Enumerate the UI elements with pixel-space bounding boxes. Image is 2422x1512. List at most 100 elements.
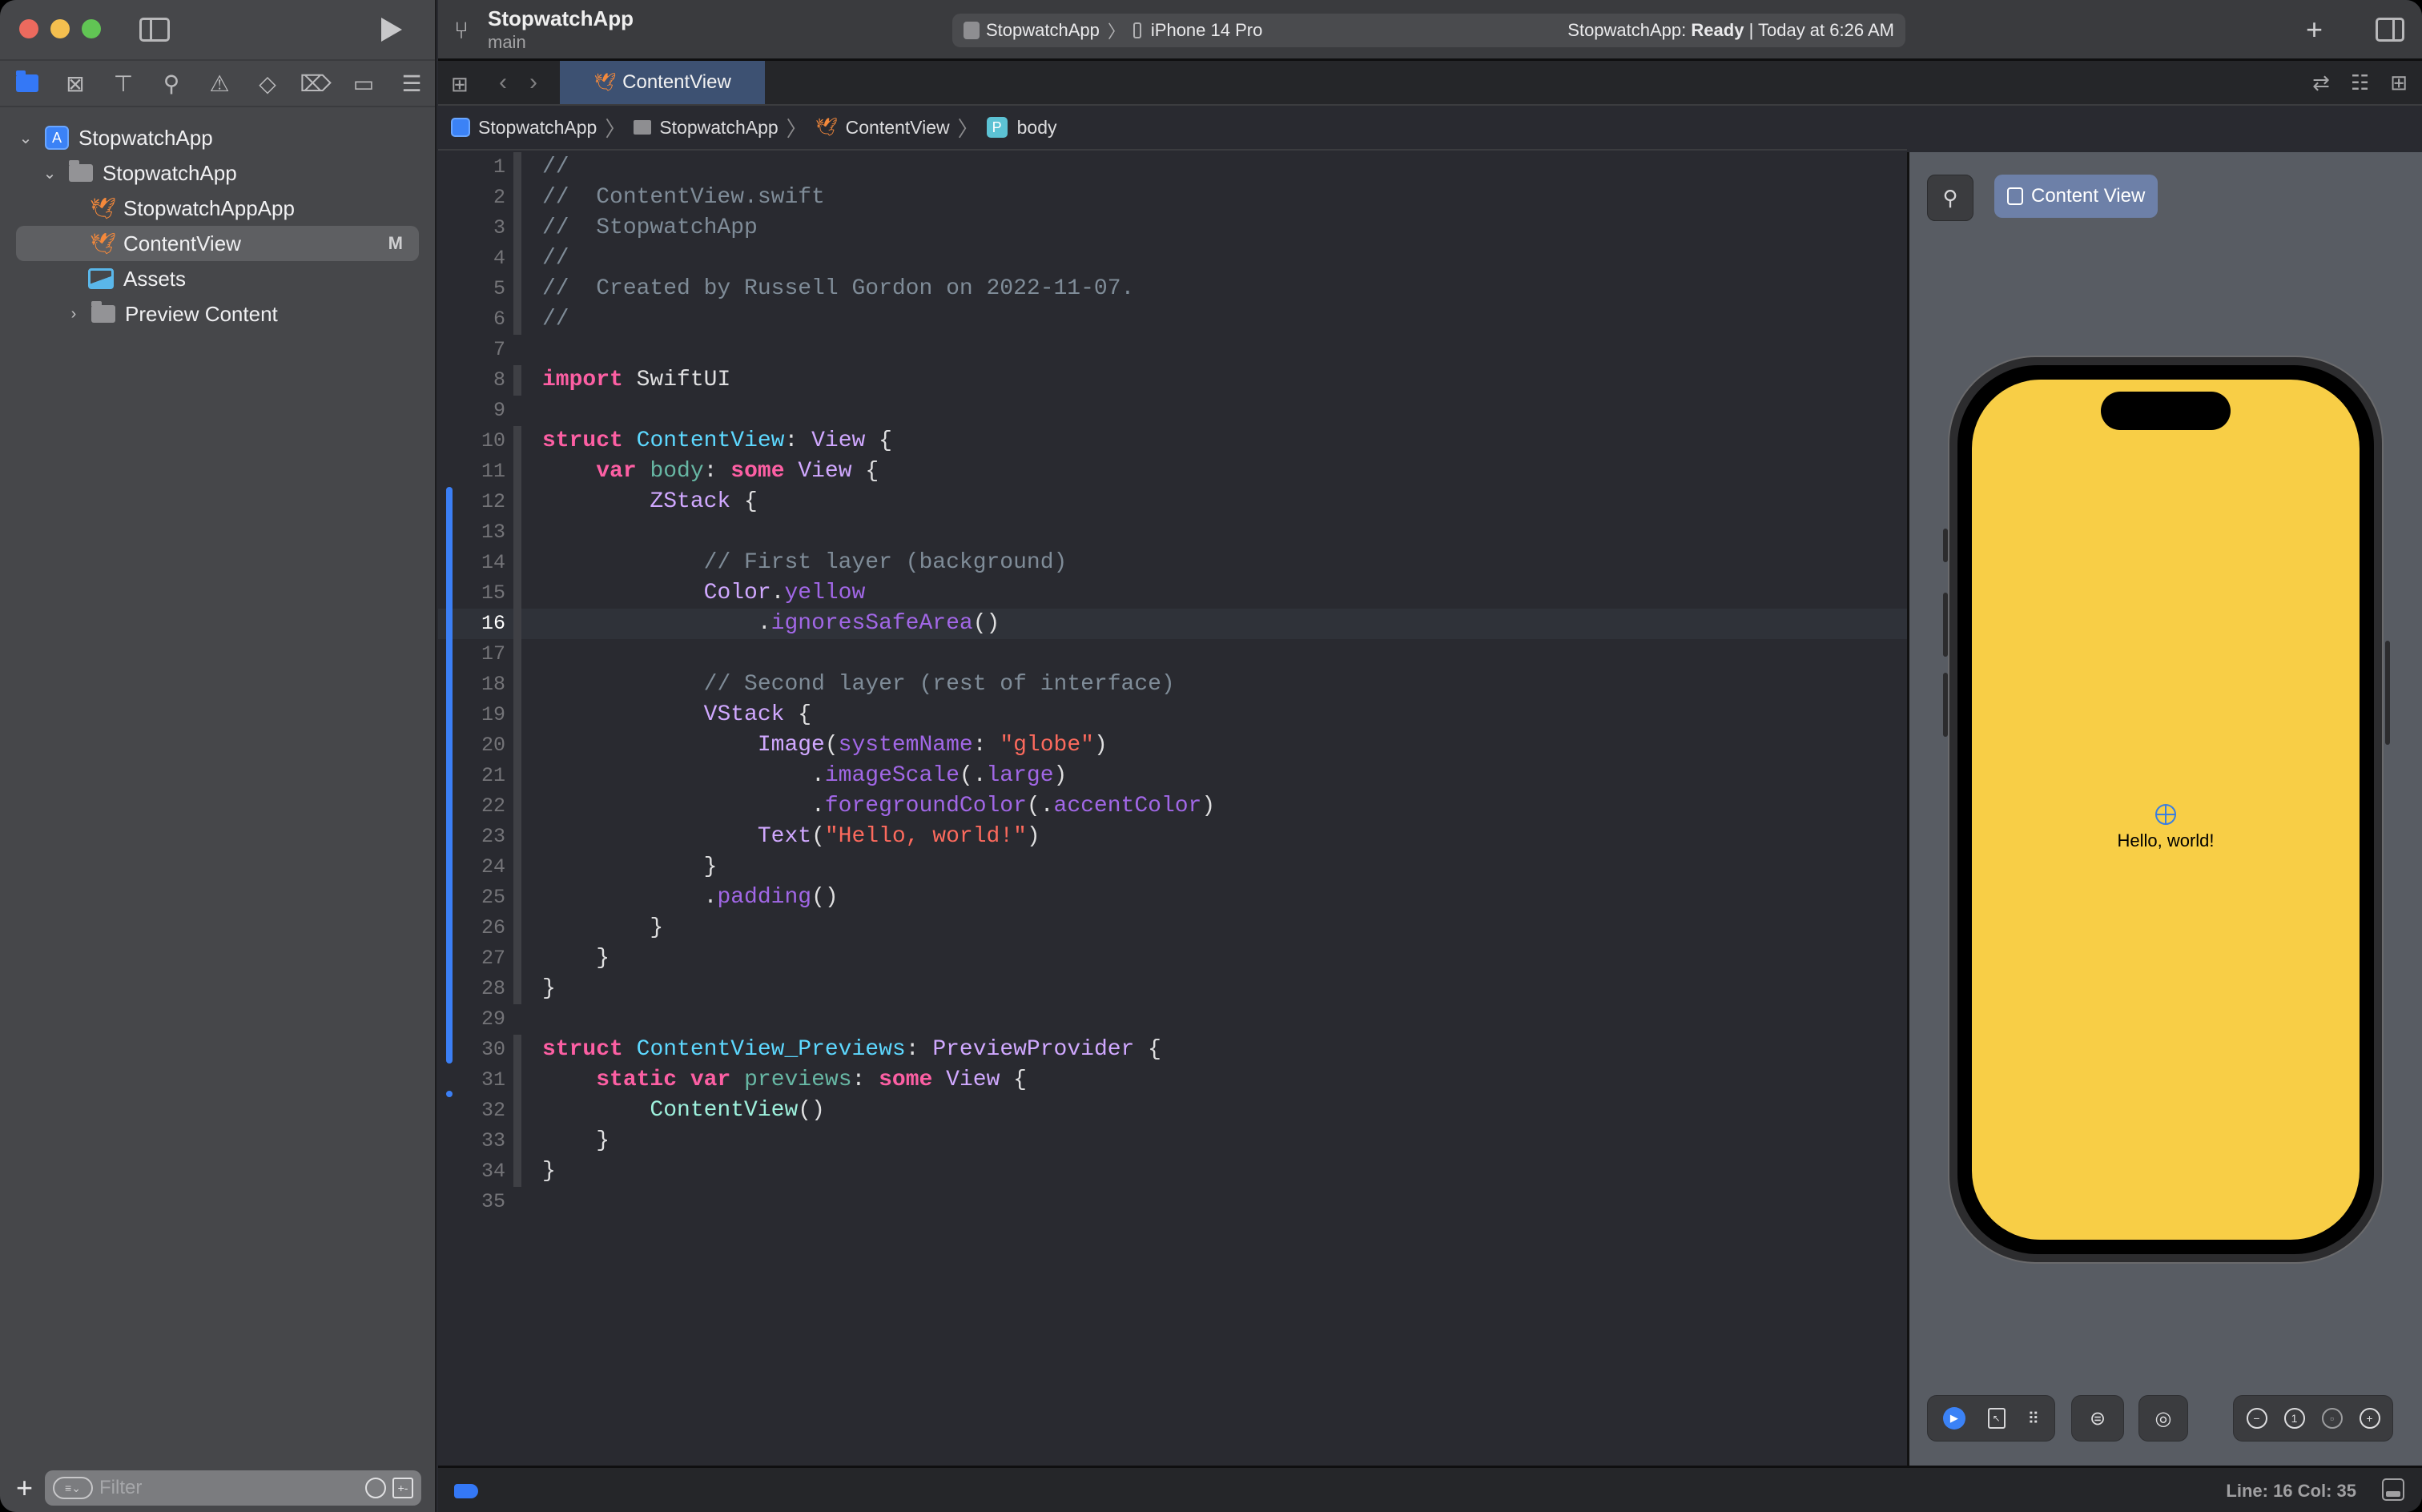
- code-line[interactable]: 23 Text("Hello, world!"): [438, 822, 1907, 852]
- code-line[interactable]: 10 struct ContentView: View {: [438, 426, 1907, 456]
- code-fold-ribbon[interactable]: [513, 791, 521, 822]
- branch-name[interactable]: main: [488, 32, 526, 53]
- test-navigator-tab[interactable]: ◇: [253, 69, 282, 98]
- chevron-right-icon[interactable]: ›: [66, 305, 82, 324]
- code-line[interactable]: 8 import SwiftUI: [438, 365, 1907, 396]
- code-fold-ribbon[interactable]: [513, 548, 521, 578]
- related-items-icon[interactable]: ⊞: [451, 72, 469, 97]
- code-fold-ribbon[interactable]: [513, 730, 521, 761]
- filter-input[interactable]: [99, 1477, 359, 1499]
- add-editor-icon[interactable]: ⊞: [2390, 70, 2408, 95]
- code-line[interactable]: 15 Color.yellow: [438, 578, 1907, 609]
- code-fold-ribbon[interactable]: [513, 517, 521, 548]
- code-line[interactable]: 31 static var previews: some View {: [438, 1065, 1907, 1096]
- code-fold-ribbon[interactable]: [513, 578, 521, 609]
- debug-navigator-tab[interactable]: ⌦: [300, 69, 332, 98]
- change-indicator-dot[interactable]: [446, 1091, 453, 1097]
- filter-options-icon[interactable]: ≡⌄: [53, 1477, 93, 1499]
- code-line[interactable]: 24 }: [438, 852, 1907, 883]
- library-button[interactable]: +: [2306, 13, 2323, 46]
- zoom-in-icon[interactable]: +: [2359, 1408, 2380, 1429]
- code-line[interactable]: 11 var body: some View {: [438, 456, 1907, 487]
- zoom-window-button[interactable]: [82, 19, 101, 38]
- breadcrumb-item[interactable]: StopwatchApp: [478, 117, 597, 139]
- code-line[interactable]: 3 // StopwatchApp: [438, 213, 1907, 243]
- code-fold-ribbon[interactable]: [513, 700, 521, 730]
- code-fold-ribbon[interactable]: [513, 1156, 521, 1187]
- device-settings-button[interactable]: ◎: [2138, 1395, 2188, 1442]
- change-bar[interactable]: [446, 487, 453, 1064]
- run-button[interactable]: [381, 18, 402, 42]
- code-fold-ribbon[interactable]: [513, 974, 521, 1004]
- scheme-selector[interactable]: StopwatchApp: [986, 20, 1100, 41]
- code-line[interactable]: 1 //: [438, 152, 1907, 183]
- code-fold-ribbon[interactable]: [513, 761, 521, 791]
- code-fold-ribbon[interactable]: [513, 1004, 521, 1035]
- code-line[interactable]: 22 .foregroundColor(.accentColor): [438, 791, 1907, 822]
- recent-files-icon[interactable]: [365, 1478, 386, 1498]
- code-fold-ribbon[interactable]: [513, 943, 521, 974]
- tree-item-group[interactable]: ⌄ StopwatchApp: [0, 155, 435, 191]
- code-fold-ribbon[interactable]: [513, 852, 521, 883]
- code-line[interactable]: 21 .imageScale(.large): [438, 761, 1907, 791]
- code-fold-ribbon[interactable]: [513, 913, 521, 943]
- line-number[interactable]: 33: [438, 1126, 505, 1156]
- pin-preview-button[interactable]: ⚲: [1927, 175, 1973, 221]
- code-fold-ribbon[interactable]: [513, 1187, 521, 1217]
- forward-button[interactable]: ›: [529, 69, 537, 96]
- source-editor[interactable]: 1 // 2 // ContentView.swift 3 // StopwatchApp…: [438, 152, 1907, 1466]
- breadcrumb-item[interactable]: body: [1017, 117, 1057, 139]
- toggle-inspector-icon[interactable]: [2376, 18, 2404, 42]
- code-line[interactable]: 28}: [438, 974, 1907, 1004]
- breadcrumb-item[interactable]: ContentView: [846, 117, 950, 139]
- code-fold-ribbon[interactable]: [513, 183, 521, 213]
- code-line[interactable]: 29: [438, 1004, 1907, 1035]
- code-fold-ribbon[interactable]: [513, 1065, 521, 1096]
- source-control-navigator-tab[interactable]: ⊠: [61, 69, 90, 98]
- code-line[interactable]: 19 VStack {: [438, 700, 1907, 730]
- code-line[interactable]: 20 Image(systemName: "globe"): [438, 730, 1907, 761]
- add-file-button[interactable]: +: [16, 1471, 35, 1505]
- code-line[interactable]: 32 ContentView(): [438, 1096, 1907, 1126]
- breadcrumb-item[interactable]: StopwatchApp: [659, 117, 778, 139]
- code-line[interactable]: 25 .padding(): [438, 883, 1907, 913]
- tree-item-file-selected[interactable]: 🕊 ContentView M: [16, 226, 419, 261]
- code-fold-ribbon[interactable]: [513, 1126, 521, 1156]
- code-fold-ribbon[interactable]: [513, 456, 521, 487]
- line-number[interactable]: 6: [438, 304, 505, 335]
- code-fold-ribbon[interactable]: [513, 426, 521, 456]
- code-line[interactable]: 6 //: [438, 304, 1907, 335]
- code-line[interactable]: 14 // First layer (background): [438, 548, 1907, 578]
- chevron-down-icon[interactable]: ⌄: [18, 128, 34, 148]
- code-fold-ribbon[interactable]: [513, 365, 521, 396]
- line-number[interactable]: 3: [438, 213, 505, 243]
- line-number[interactable]: 7: [438, 335, 505, 365]
- tree-item-file[interactable]: 🕊 StopwatchAppApp: [0, 191, 435, 226]
- code-line[interactable]: 33 }: [438, 1126, 1907, 1156]
- line-number[interactable]: 9: [438, 396, 505, 426]
- line-number[interactable]: 11: [438, 456, 505, 487]
- editor-tab-contentview[interactable]: 🕊 ContentView: [560, 61, 765, 104]
- preview-selector[interactable]: Content View: [1994, 175, 2158, 218]
- code-fold-ribbon[interactable]: [513, 883, 521, 913]
- code-fold-ribbon[interactable]: [513, 670, 521, 700]
- code-fold-ribbon[interactable]: [513, 304, 521, 335]
- breakpoints-toggle-icon[interactable]: [454, 1484, 478, 1498]
- line-number[interactable]: 35: [438, 1187, 505, 1217]
- line-number[interactable]: 8: [438, 365, 505, 396]
- code-line[interactable]: 4 //: [438, 243, 1907, 274]
- code-line[interactable]: 5 // Created by Russell Gordon on 2022-11…: [438, 274, 1907, 304]
- editor-options-icon[interactable]: ☷: [2351, 70, 2369, 95]
- find-navigator-tab[interactable]: ⚲: [157, 69, 186, 98]
- close-window-button[interactable]: [19, 19, 38, 38]
- line-number[interactable]: 34: [438, 1156, 505, 1187]
- code-fold-ribbon[interactable]: [513, 1096, 521, 1126]
- selectable-mode-icon[interactable]: ↖: [1987, 1408, 2006, 1429]
- code-fold-ribbon[interactable]: [513, 243, 521, 274]
- code-line[interactable]: 30 struct ContentView_Previews: PreviewPr…: [438, 1035, 1907, 1065]
- code-line[interactable]: 9: [438, 396, 1907, 426]
- code-fold-ribbon[interactable]: [513, 639, 521, 670]
- code-line[interactable]: 35: [438, 1187, 1907, 1217]
- code-fold-ribbon[interactable]: [513, 487, 521, 517]
- line-number[interactable]: 10: [438, 426, 505, 456]
